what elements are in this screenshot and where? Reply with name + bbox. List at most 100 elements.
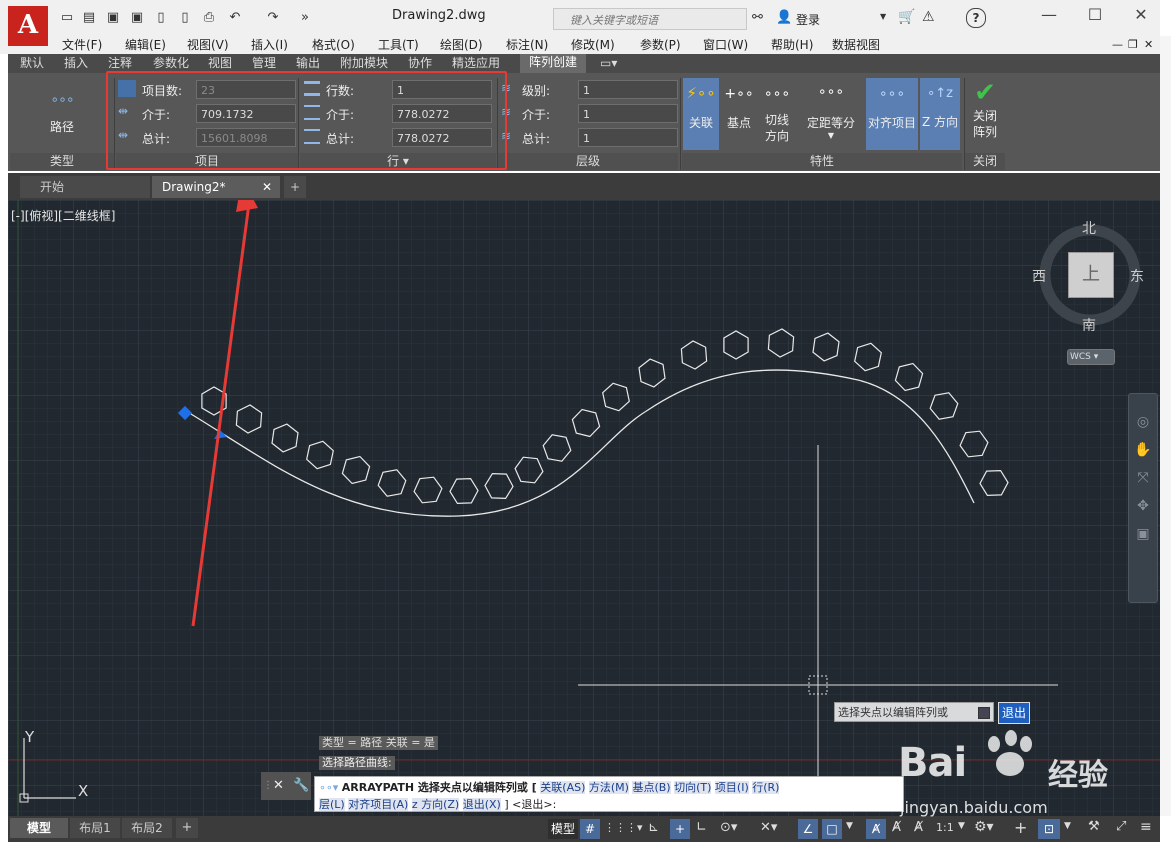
more-icon[interactable]: » (296, 10, 314, 26)
menu-draw[interactable]: 绘图(D) (440, 36, 483, 54)
print-icon[interactable]: ⎙ (200, 10, 218, 26)
z-direction-button[interactable]: ∘↑z Z 方向 (920, 78, 960, 150)
autocad-logo-button[interactable]: A (8, 6, 48, 46)
option-method[interactable]: 方法(M) (588, 781, 629, 794)
menu-tools[interactable]: 工具(T) (378, 36, 419, 54)
option-exit[interactable]: 退出(X) (462, 798, 501, 811)
option-items[interactable]: 项目(I) (714, 781, 749, 794)
exit-option[interactable]: 退出 (998, 702, 1031, 724)
object-snap-tracking-icon[interactable]: ∠ (798, 819, 818, 839)
search-input[interactable]: 键入关键字或短语 (553, 8, 747, 30)
grid-icon[interactable]: # (580, 819, 600, 839)
viewcube-east[interactable]: 东 (1130, 266, 1144, 286)
menu-dimension[interactable]: 标注(N) (506, 36, 548, 54)
ortho-icon[interactable]: ∟ (696, 820, 707, 835)
clean-screen-icon[interactable]: ⤢ (1116, 819, 1126, 834)
tab-drawing2[interactable]: Drawing2* ✕ (152, 176, 280, 198)
new-tab-icon[interactable]: + (284, 176, 306, 198)
binoculars-icon[interactable]: ⚯ (752, 10, 763, 25)
dynamic-prompt-menu-icon[interactable] (978, 707, 990, 719)
polar-icon[interactable]: ⊙▾ (720, 820, 737, 835)
option-levels[interactable]: 层(L) (319, 798, 345, 811)
grip-icon[interactable]: ⋮ (263, 780, 273, 791)
levels-total-field[interactable]: 1 (578, 128, 678, 147)
layout-tab-model[interactable]: 模型 (10, 818, 68, 838)
tab-array-creation[interactable]: 阵列创建 (520, 54, 586, 73)
option-align-items[interactable]: 对齐项目(A) (348, 798, 409, 811)
tab-parametric[interactable]: 参数化 (153, 55, 189, 72)
close-window-button[interactable]: ✕ (1126, 4, 1156, 26)
viewcube-north[interactable]: 北 (1082, 218, 1096, 238)
tab-collaborate[interactable]: 协作 (408, 55, 432, 72)
annotation-scale-dropdown-icon[interactable]: ▼ (958, 821, 965, 831)
isodraft-icon[interactable]: ✕▾ (760, 820, 777, 835)
associative-button[interactable]: ⚡∘∘ 关联 (683, 78, 719, 150)
tangent-direction-button[interactable]: ∘∘∘ 切线 方向 (759, 78, 795, 150)
close-array-button[interactable]: ✔ 关闭 阵列 (966, 78, 1004, 150)
hardware-acceleration-icon[interactable]: ⚒ (1088, 819, 1100, 834)
menu-modify[interactable]: 修改(M) (571, 36, 615, 54)
help-button[interactable]: ? (966, 8, 986, 28)
wcs-menu[interactable]: WCS ▾ (1067, 349, 1115, 365)
isolate-objects-icon[interactable]: ⊡ (1038, 819, 1060, 839)
open-web-icon[interactable]: ▯ (152, 10, 170, 26)
infer-constraints-icon[interactable]: ⊾ (648, 820, 659, 835)
login-link[interactable]: 登录 (796, 11, 820, 28)
tab-close-icon[interactable]: ✕ (262, 176, 272, 198)
viewport-controls-label[interactable]: [-][俯视][二维线框] (11, 207, 115, 224)
menu-dataview[interactable]: 数据视图 (832, 36, 880, 54)
option-z-direction[interactable]: z 方向(Z) (411, 798, 460, 811)
model-space-toggle[interactable]: 模型 (548, 819, 579, 839)
base-point-button[interactable]: +∘∘ 基点 (722, 78, 756, 150)
command-line[interactable]: ∘∘▾ ARRAYPATH 选择夹点以编辑阵列或 [ 关联(AS) 方法(M) … (314, 776, 904, 812)
snap-icon[interactable]: ⋮⋮⋮▾ (604, 821, 643, 834)
viewcube-west[interactable]: 西 (1032, 266, 1046, 286)
isolate-dropdown-icon[interactable]: ▼ (1064, 821, 1071, 831)
option-base-point[interactable]: 基点(B) (632, 781, 671, 794)
annotation-scale-value[interactable]: 1:1 (936, 821, 954, 834)
menu-edit[interactable]: 编辑(E) (125, 36, 166, 54)
doc-restore-icon[interactable]: ❐ (1128, 36, 1138, 54)
exchange-icon[interactable]: ⚠ (922, 9, 935, 25)
tab-insert[interactable]: 插入 (64, 55, 88, 72)
pan-icon[interactable]: ✋ (1129, 442, 1157, 458)
redo-icon[interactable]: ↷ (264, 10, 282, 26)
cart-icon[interactable]: 🛒 (898, 9, 915, 25)
dynamic-input-icon[interactable]: + (670, 819, 690, 839)
option-rows[interactable]: 行(R) (752, 781, 780, 794)
save-web-icon[interactable]: ▯ (176, 10, 194, 26)
add-layout-icon[interactable]: + (176, 818, 198, 838)
tab-view[interactable]: 视图 (208, 55, 232, 72)
workspace-gear-icon[interactable]: ⚙▾ (974, 819, 994, 835)
tab-manage[interactable]: 管理 (252, 55, 276, 72)
save-icon[interactable]: ▣ (104, 10, 122, 26)
option-tangent[interactable]: 切向(T) (674, 781, 712, 794)
object-snap-dropdown-icon[interactable]: ▼ (846, 821, 853, 831)
open-folder-icon[interactable]: ▤ (80, 10, 98, 26)
auto-scale-icon[interactable]: Ⱥ (892, 820, 901, 835)
object-snap-icon[interactable]: □ (822, 819, 842, 839)
maximize-button[interactable]: ☐ (1080, 4, 1110, 26)
save-as-icon[interactable]: ▣ (128, 10, 146, 26)
layout-tab-1[interactable]: 布局1 (70, 818, 120, 838)
measure-dropdown-icon[interactable]: ▼ (804, 131, 858, 140)
doc-minimize-icon[interactable]: — (1112, 36, 1123, 54)
align-items-button[interactable]: ∘∘∘ 对齐项目 (866, 78, 918, 150)
login-dropdown-icon[interactable]: ▼ (880, 12, 886, 21)
menu-parametric[interactable]: 参数(P) (640, 36, 681, 54)
levels-field[interactable]: 1 (578, 80, 678, 99)
tab-annotate[interactable]: 注释 (108, 55, 132, 72)
close-command-icon[interactable]: ✕ (273, 778, 284, 793)
menu-file[interactable]: 文件(F) (62, 36, 102, 54)
doc-close-icon[interactable]: ✕ (1144, 36, 1153, 54)
showmotion-icon[interactable]: ▣ (1129, 526, 1157, 542)
customize-icon[interactable]: 🔧 (293, 778, 309, 793)
viewcube-top-face[interactable]: 上 (1068, 252, 1114, 298)
user-icon[interactable]: 👤 (776, 10, 792, 25)
measure-button[interactable]: ∘∘∘ 定距等分 ▼ (804, 78, 858, 150)
menu-insert[interactable]: 插入(I) (251, 36, 288, 54)
annotation-monitor-icon[interactable]: + (1014, 818, 1027, 837)
option-associative[interactable]: 关联(AS) (540, 781, 586, 794)
tab-addins[interactable]: 附加模块 (340, 55, 388, 72)
menu-help[interactable]: 帮助(H) (771, 36, 813, 54)
